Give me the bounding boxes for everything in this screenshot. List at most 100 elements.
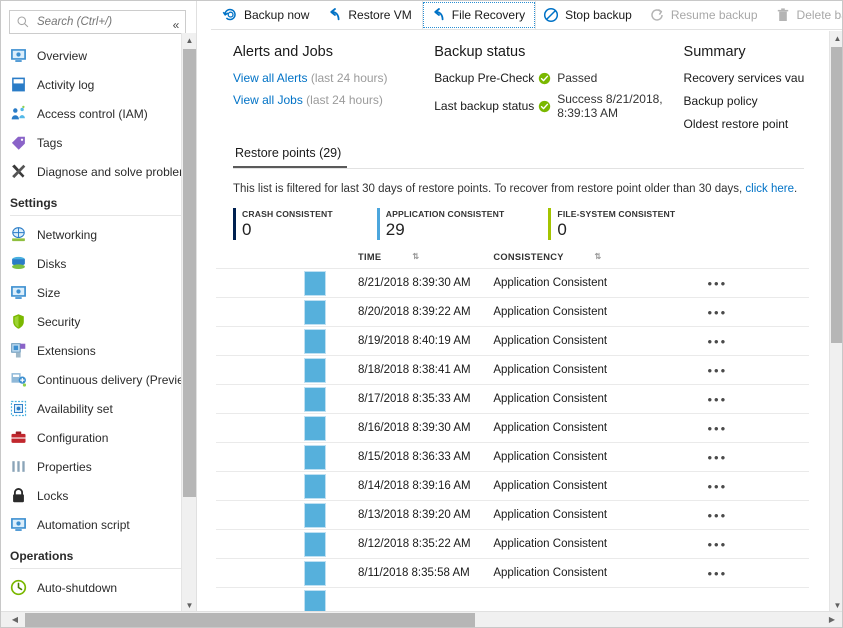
row-actions-cell[interactable] xyxy=(707,587,809,613)
row-select-cell[interactable] xyxy=(216,355,304,385)
sidebar-item-overview[interactable]: Overview xyxy=(1,41,196,70)
sort-arrows-icon[interactable]: ⇅ xyxy=(412,252,419,261)
sidebar-scrollbar[interactable]: ▲ ▼ xyxy=(181,33,196,627)
sidebar-item-activity-log[interactable]: Activity log xyxy=(1,70,196,99)
row-context-menu-button[interactable]: ••• xyxy=(708,276,728,291)
sidebar-item-auto-shutdown[interactable]: Auto-shutdown xyxy=(1,573,196,601)
table-row[interactable]: 8/16/2018 8:39:30 AM Application Consiste… xyxy=(216,413,809,443)
row-context-menu-button[interactable]: ••• xyxy=(708,421,728,436)
sidebar-item-disks[interactable]: Disks xyxy=(1,249,196,278)
row-actions-cell[interactable]: ••• xyxy=(707,268,809,298)
search-input[interactable] xyxy=(35,15,175,29)
sidebar-item-locks[interactable]: Locks xyxy=(1,481,196,510)
sidebar-item-diagnose-and-solve-problems[interactable]: Diagnose and solve problems xyxy=(1,157,196,186)
row-context-menu-button[interactable]: ••• xyxy=(708,305,728,320)
sidebar-item-configuration[interactable]: Configuration xyxy=(1,423,196,452)
row-select-cell[interactable] xyxy=(216,413,304,443)
row-context-menu-button[interactable]: ••• xyxy=(708,479,728,494)
row-consistency-cell: Application Consistent xyxy=(493,384,708,414)
hscroll-right-button[interactable]: ▶ xyxy=(824,612,840,627)
sidebar-item-tags[interactable]: Tags xyxy=(1,128,196,157)
stop-icon xyxy=(544,7,559,23)
row-actions-cell[interactable]: ••• xyxy=(707,558,809,588)
hscroll-thumb[interactable] xyxy=(25,613,475,627)
sort-arrows-icon[interactable]: ⇅ xyxy=(595,252,602,261)
row-actions-cell[interactable]: ••• xyxy=(707,384,809,414)
row-context-menu-button[interactable]: ••• xyxy=(708,508,728,523)
table-row[interactable]: 8/12/2018 8:35:22 AM Application Consiste… xyxy=(216,529,809,559)
table-row[interactable]: 8/21/2018 8:39:30 AM Application Consiste… xyxy=(216,268,809,298)
sidebar-item-automation-script[interactable]: Automation script xyxy=(1,510,196,539)
table-row[interactable]: 8/19/2018 8:40:19 AM Application Consiste… xyxy=(216,326,809,356)
row-select-cell[interactable] xyxy=(216,297,304,327)
row-context-menu-button[interactable]: ••• xyxy=(708,566,728,581)
row-select-cell[interactable] xyxy=(216,268,304,298)
content-scrollbar[interactable]: ▲ ▼ xyxy=(829,31,842,613)
th-consistency[interactable]: CONSISTENCY ⇅ xyxy=(493,248,707,269)
row-consistency-cell: Application Consistent xyxy=(493,297,708,327)
row-select-cell[interactable] xyxy=(216,500,304,530)
sidebar-item-security[interactable]: Security xyxy=(1,307,196,336)
sidebar-item-availability-set[interactable]: Availability set xyxy=(1,394,196,423)
toolbar-button-label: Backup now xyxy=(244,8,310,22)
filter-note-click-here-link[interactable]: click here xyxy=(745,183,794,195)
row-context-menu-button[interactable]: ••• xyxy=(708,537,728,552)
row-select-cell[interactable] xyxy=(216,442,304,472)
horizontal-scrollbar[interactable]: ◀ ▶ xyxy=(1,611,842,627)
row-context-menu-button[interactable]: ••• xyxy=(708,363,728,378)
size-icon xyxy=(11,286,26,299)
row-select-cell[interactable] xyxy=(216,529,304,559)
sidebar-item-size[interactable]: Size xyxy=(1,278,196,307)
toolbar-button-file-recovery[interactable]: File Recovery xyxy=(421,1,537,29)
th-time[interactable]: TIME ⇅ xyxy=(358,248,493,269)
table-row[interactable]: 8/18/2018 8:38:41 AM Application Consiste… xyxy=(216,355,809,385)
row-actions-cell[interactable]: ••• xyxy=(707,326,809,356)
sidebar-item-extensions[interactable]: Extensions xyxy=(1,336,196,365)
view-all-jobs-link[interactable]: View all Jobs xyxy=(233,93,303,107)
content-scroll-thumb[interactable] xyxy=(831,47,842,343)
row-actions-cell[interactable]: ••• xyxy=(707,442,809,472)
content-scroll-up-button[interactable]: ▲ xyxy=(830,31,842,46)
sidebar-scroll-up-button[interactable]: ▲ xyxy=(182,33,196,48)
toolbar-button-restore-vm[interactable]: Restore VM xyxy=(319,1,421,29)
row-swatch-cell xyxy=(303,529,359,559)
row-actions-cell[interactable]: ••• xyxy=(707,413,809,443)
continuous-delivery-icon xyxy=(11,373,27,387)
table-row[interactable] xyxy=(216,587,809,613)
collapse-sidebar-button[interactable]: « xyxy=(168,17,184,33)
search-box[interactable] xyxy=(9,10,186,34)
row-context-menu-button[interactable]: ••• xyxy=(708,334,728,349)
row-select-cell[interactable] xyxy=(216,326,304,356)
row-context-menu-button[interactable]: ••• xyxy=(708,450,728,465)
toolbar-button-backup-now[interactable]: Backup now xyxy=(215,1,319,29)
row-actions-cell[interactable]: ••• xyxy=(707,529,809,559)
table-row[interactable]: 8/11/2018 8:35:58 AM Application Consiste… xyxy=(216,558,809,588)
table-row[interactable]: 8/20/2018 8:39:22 AM Application Consiste… xyxy=(216,297,809,327)
row-actions-cell[interactable]: ••• xyxy=(707,355,809,385)
sidebar-item-properties[interactable]: Properties xyxy=(1,452,196,481)
view-all-alerts-link[interactable]: View all Alerts xyxy=(233,71,307,85)
table-row[interactable]: 8/14/2018 8:39:16 AM Application Consiste… xyxy=(216,471,809,501)
hscroll-left-button[interactable]: ◀ xyxy=(7,612,23,627)
row-actions-cell[interactable]: ••• xyxy=(707,471,809,501)
sidebar-item-access-control-iam[interactable]: Access control (IAM) xyxy=(1,99,196,128)
row-context-menu-button[interactable]: ••• xyxy=(708,392,728,407)
tab-restore-points[interactable]: Restore points (29) xyxy=(233,142,348,168)
toolbar-button-label: Delete backup data xyxy=(796,8,842,22)
table-row[interactable]: 8/17/2018 8:35:33 AM Application Consiste… xyxy=(216,384,809,414)
row-select-cell[interactable] xyxy=(216,558,304,588)
backup-status-title: Backup status xyxy=(434,44,526,60)
table-row[interactable]: 8/13/2018 8:39:20 AM Application Consiste… xyxy=(216,500,809,530)
sidebar-item-networking[interactable]: Networking xyxy=(1,220,196,249)
row-select-cell[interactable] xyxy=(216,384,304,414)
sidebar-scroll-thumb[interactable] xyxy=(183,49,196,497)
toolbar-button-stop-backup[interactable]: Stop backup xyxy=(536,1,642,29)
table-row[interactable]: 8/15/2018 8:36:33 AM Application Consiste… xyxy=(216,442,809,472)
row-select-cell[interactable] xyxy=(216,471,304,501)
row-actions-cell[interactable]: ••• xyxy=(707,297,809,327)
networking-icon xyxy=(12,227,25,242)
row-select-cell[interactable] xyxy=(216,587,304,613)
row-actions-cell[interactable]: ••• xyxy=(707,500,809,530)
th-consistency-label: CONSISTENCY xyxy=(493,252,564,262)
sidebar-item-continuous-delivery-preview[interactable]: Continuous delivery (Preview) xyxy=(1,365,196,394)
